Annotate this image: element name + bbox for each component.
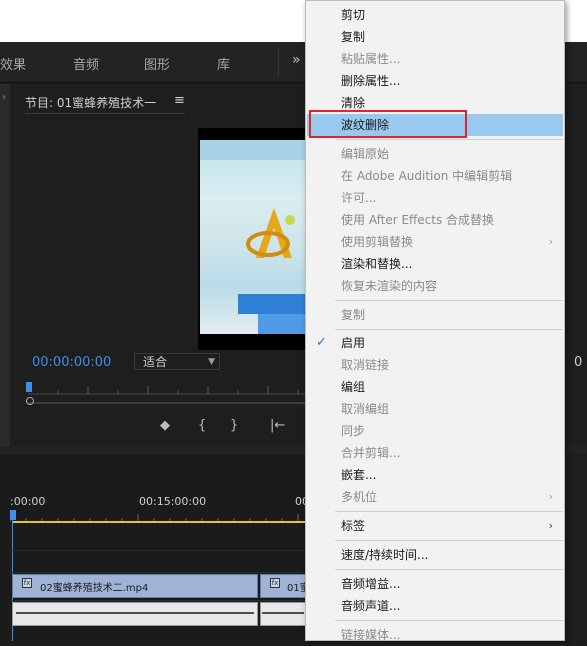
divider bbox=[278, 48, 279, 76]
menu-item-link-media[interactable]: 链接媒体... bbox=[307, 624, 563, 646]
playhead-marker[interactable] bbox=[26, 382, 32, 392]
zoom-fit-select[interactable]: 适合 ▼ bbox=[134, 353, 220, 370]
chevron-right-icon[interactable]: › bbox=[2, 92, 6, 103]
left-gutter bbox=[0, 84, 10, 446]
tab-libraries[interactable]: 库 bbox=[217, 54, 230, 73]
menu-item-multi-camera[interactable]: 多机位 › bbox=[307, 486, 563, 508]
menu-item-enable[interactable]: ✓ 启用 bbox=[307, 332, 563, 354]
menu-item-remove-attributes[interactable]: 删除属性... bbox=[307, 70, 563, 92]
audio-clip[interactable] bbox=[260, 602, 306, 626]
menu-item-label[interactable]: 标签 › bbox=[307, 515, 563, 537]
menu-item-edit-in-audition[interactable]: 在 Adobe Audition 中编辑剪辑 bbox=[307, 165, 563, 187]
zoom-fit-value: 适合 bbox=[143, 355, 168, 369]
video-frame-bar bbox=[238, 294, 306, 314]
menu-item-render-and-replace[interactable]: 渲染和替换... bbox=[307, 253, 563, 275]
mark-in-icon[interactable]: { bbox=[198, 418, 206, 433]
menu-separator bbox=[335, 329, 563, 330]
menu-item-merge-clips[interactable]: 合并剪辑... bbox=[307, 442, 563, 464]
menu-separator bbox=[335, 511, 563, 512]
menu-item-cut[interactable]: 剪切 bbox=[307, 4, 563, 26]
track-divider bbox=[10, 600, 306, 601]
program-monitor-title[interactable]: 节目: 01蜜蜂养殖技术一 bbox=[25, 94, 156, 111]
submenu-arrow-icon: › bbox=[548, 490, 553, 503]
menu-item-edit-original[interactable]: 编辑原始 bbox=[307, 143, 563, 165]
monitor-time-ruler[interactable] bbox=[28, 380, 306, 396]
duration-timecode: 0 bbox=[574, 355, 583, 370]
checkmark-icon: ✓ bbox=[316, 335, 327, 350]
timeline-playhead[interactable] bbox=[10, 510, 16, 520]
menu-item-ungroup[interactable]: 取消编组 bbox=[307, 398, 563, 420]
video-frame-sky bbox=[200, 140, 306, 160]
submenu-arrow-icon: › bbox=[548, 519, 553, 532]
menu-item-unlink[interactable]: 取消链接 bbox=[307, 354, 563, 376]
fx-badge-icon: fx bbox=[270, 578, 280, 588]
chevron-down-icon: ▼ bbox=[208, 357, 215, 367]
fx-badge-icon: fx bbox=[22, 578, 32, 588]
more-workspaces-icon[interactable]: » bbox=[292, 52, 300, 68]
timeline-time-label: 00:15:00:00 bbox=[139, 495, 207, 508]
audio-clip[interactable] bbox=[12, 602, 258, 626]
menu-item-replace-with-ae[interactable]: 使用 After Effects 合成替换 bbox=[307, 209, 563, 231]
video-frame-bar bbox=[258, 314, 306, 334]
menu-item-audio-gain[interactable]: 音频增益... bbox=[307, 573, 563, 595]
menu-separator bbox=[335, 300, 563, 301]
audio-waveform bbox=[262, 612, 304, 614]
submenu-arrow-icon: › bbox=[548, 235, 553, 248]
menu-item-paste-attributes[interactable]: 粘贴属性... bbox=[307, 48, 563, 70]
menu-item-copy[interactable]: 复制 bbox=[307, 26, 563, 48]
work-area-bar[interactable] bbox=[12, 521, 306, 523]
timeline-time-label: :00:00 bbox=[10, 495, 46, 508]
menu-item-restore-unrendered[interactable]: 恢复未渲染的内容 bbox=[307, 275, 563, 297]
menu-item-synchronize[interactable]: 同步 bbox=[307, 420, 563, 442]
tab-audio[interactable]: 音频 bbox=[73, 54, 99, 73]
annotation-highlight-box bbox=[309, 110, 467, 138]
scrub-bar[interactable] bbox=[28, 402, 306, 404]
menu-item-group[interactable]: 编组 bbox=[307, 376, 563, 398]
tab-graphics[interactable]: 图形 bbox=[144, 54, 170, 73]
menu-item-speed-duration[interactable]: 速度/持续时间... bbox=[307, 544, 563, 566]
menu-item-nest[interactable]: 嵌套... bbox=[307, 464, 563, 486]
menu-separator bbox=[335, 620, 563, 621]
menu-separator bbox=[335, 569, 563, 570]
right-panel-edge bbox=[566, 454, 587, 641]
menu-item-audio-channels[interactable]: 音频声道... bbox=[307, 595, 563, 617]
track-divider bbox=[10, 572, 306, 573]
tab-underline bbox=[25, 113, 185, 114]
playhead-timecode[interactable]: 00:00:00:00 bbox=[32, 355, 111, 370]
go-to-in-icon[interactable]: |← bbox=[270, 418, 285, 433]
mark-out-icon[interactable]: } bbox=[230, 418, 238, 433]
track-divider bbox=[10, 550, 306, 551]
hamburger-icon[interactable]: ≡ bbox=[174, 93, 185, 108]
menu-item-duplicate[interactable]: 复制 bbox=[307, 304, 563, 326]
tab-effects[interactable]: 效果 bbox=[0, 54, 26, 73]
scrub-handle[interactable] bbox=[26, 397, 34, 405]
context-menu: 剪切 复制 粘贴属性... 删除属性... 清除 波纹删除 编辑原始 在 Ado… bbox=[305, 0, 565, 642]
menu-item-replace-with-clip[interactable]: 使用剪辑替换 › bbox=[307, 231, 563, 253]
logo-graphic bbox=[246, 208, 295, 258]
menu-separator bbox=[335, 139, 563, 140]
menu-item-license[interactable]: 许可... bbox=[307, 187, 563, 209]
menu-separator bbox=[335, 540, 563, 541]
add-marker-icon[interactable]: ◆ bbox=[160, 418, 170, 433]
audio-waveform bbox=[16, 612, 254, 614]
clip-label: 02蜜蜂养殖技术二.mp4 bbox=[40, 583, 149, 594]
